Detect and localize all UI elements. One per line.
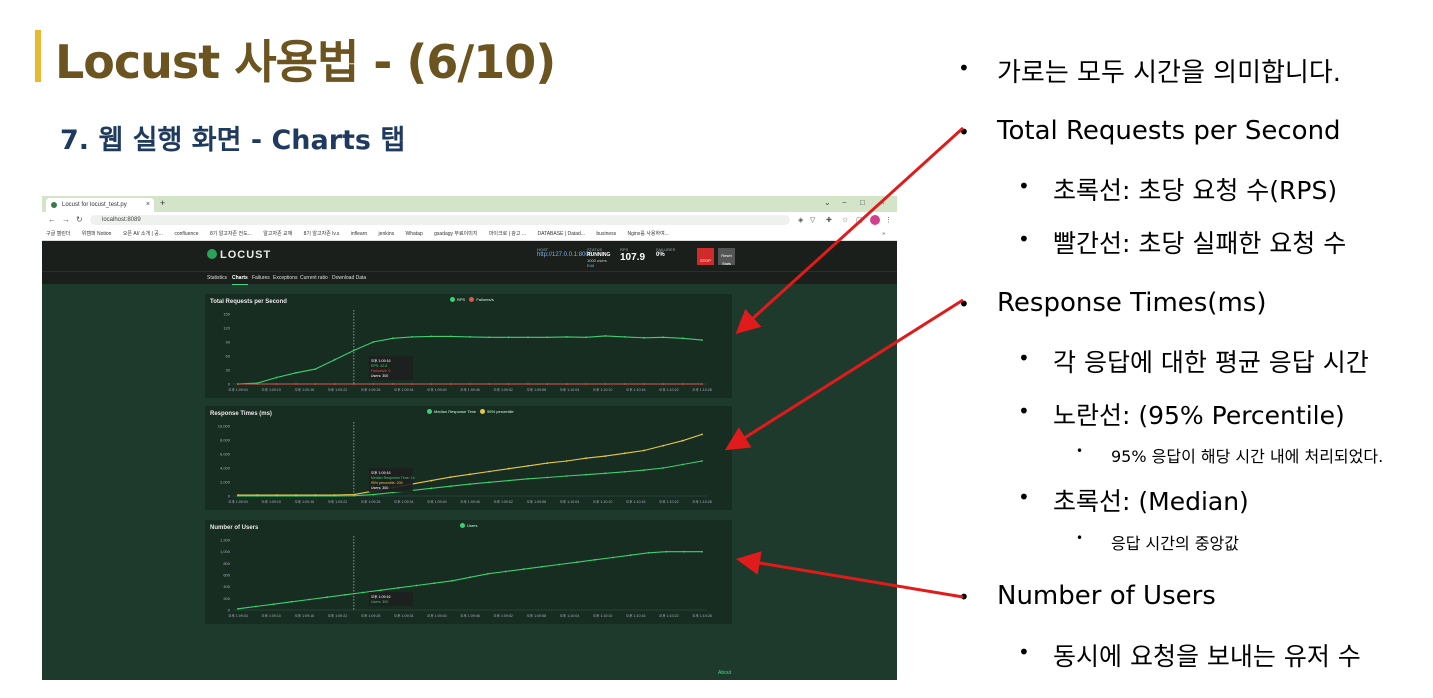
arrow-users <box>736 551 964 599</box>
arrow-response-times <box>724 298 964 451</box>
arrow-rps <box>735 126 965 335</box>
callout-arrows <box>724 126 965 599</box>
